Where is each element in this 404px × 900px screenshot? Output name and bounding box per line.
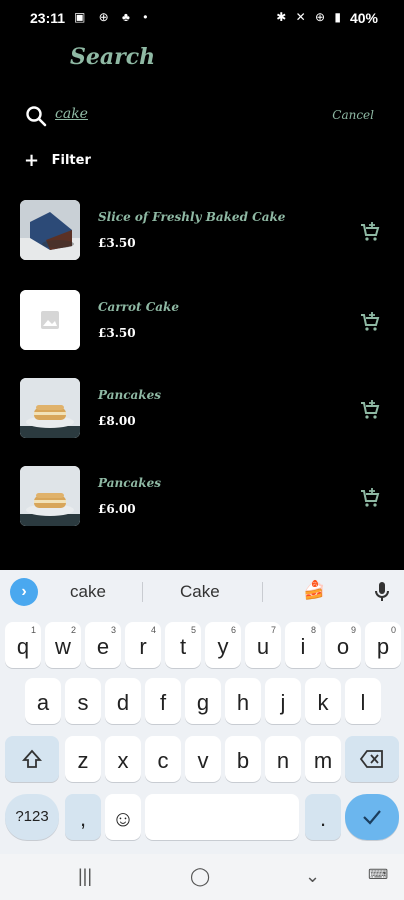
key-j[interactable]: j [265, 678, 301, 724]
list-item[interactable]: Slice of Freshly Baked Cake £3.50 [0, 200, 404, 266]
suggestion-bar: › cake Cake 🍰 [0, 570, 404, 614]
filter-button[interactable]: + Filter [24, 150, 91, 171]
microphone-icon[interactable] [372, 580, 392, 604]
notification-icons: ▣ ⊕ ♣ • [74, 10, 153, 24]
key-u[interactable]: 7u [245, 622, 281, 668]
key-f[interactable]: f [145, 678, 181, 724]
list-item[interactable]: Pancakes £8.00 [0, 378, 404, 444]
divider [262, 582, 263, 602]
product-image [20, 378, 80, 438]
key-b[interactable]: b [225, 736, 261, 782]
key-y[interactable]: 6y [205, 622, 241, 668]
suggestion-1[interactable]: cake [70, 582, 106, 602]
search-input[interactable] [55, 106, 315, 122]
key-a[interactable]: a [25, 678, 61, 724]
key-z[interactable]: z [65, 736, 101, 782]
key-v[interactable]: v [185, 736, 221, 782]
suggestion-2[interactable]: Cake [180, 582, 220, 602]
enter-key[interactable] [345, 794, 399, 840]
key-g[interactable]: g [185, 678, 221, 724]
symbols-key[interactable]: ?123 [5, 794, 59, 840]
add-to-cart-icon[interactable] [358, 398, 382, 422]
add-to-cart-icon[interactable] [358, 486, 382, 510]
search-icon [26, 106, 47, 127]
page-title: Search [70, 44, 156, 70]
comma-key[interactable]: , [65, 794, 101, 840]
key-o[interactable]: 9o [325, 622, 361, 668]
status-bar: 23:11 ▣ ⊕ ♣ • ✱ ✕ ⊕ ▮ 40% [0, 0, 404, 36]
key-q[interactable]: 1q [5, 622, 41, 668]
key-c[interactable]: c [145, 736, 181, 782]
recent-apps-icon[interactable]: ||| [78, 866, 92, 887]
add-to-cart-icon[interactable] [358, 220, 382, 244]
product-price: £8.00 [98, 414, 136, 428]
product-name: Pancakes [98, 476, 161, 490]
product-name: Slice of Freshly Baked Cake [98, 210, 286, 224]
key-n[interactable]: n [265, 736, 301, 782]
divider [142, 582, 143, 602]
system-icons: ✱ ✕ ⊕ ▮ [276, 10, 344, 24]
back-icon[interactable]: ⌄ [305, 866, 320, 887]
cake-emoji-icon[interactable]: 🍰 [303, 580, 325, 601]
plus-icon: + [24, 150, 40, 171]
period-key[interactable]: . [305, 794, 341, 840]
expand-toolbar-icon[interactable]: › [10, 578, 38, 606]
placeholder-image-icon [20, 290, 80, 350]
key-i[interactable]: 8i [285, 622, 321, 668]
backspace-key[interactable] [345, 736, 399, 782]
product-name: Pancakes [98, 388, 161, 402]
on-screen-keyboard: › cake Cake 🍰 1q 2w 3e 4r 5t 6y 7u 8i 9o… [0, 570, 404, 854]
space-key[interactable] [145, 794, 299, 840]
product-image [20, 200, 80, 260]
home-icon[interactable]: ◯ [190, 866, 210, 887]
battery-level: 40% [349, 10, 378, 26]
key-m[interactable]: m [305, 736, 341, 782]
key-t[interactable]: 5t [165, 622, 201, 668]
key-l[interactable]: l [345, 678, 381, 724]
system-nav-bar: ||| ◯ ⌄ ⌨ [0, 854, 404, 900]
shift-key[interactable] [5, 736, 59, 782]
key-h[interactable]: h [225, 678, 261, 724]
filter-label: Filter [51, 153, 91, 168]
list-item[interactable]: Carrot Cake £3.50 [0, 290, 404, 356]
search-bar: Cancel [0, 100, 404, 136]
key-x[interactable]: x [105, 736, 141, 782]
list-item[interactable]: Pancakes £6.00 [0, 466, 404, 532]
product-price: £3.50 [98, 236, 136, 250]
key-r[interactable]: 4r [125, 622, 161, 668]
product-price: £3.50 [98, 326, 136, 340]
key-s[interactable]: s [65, 678, 101, 724]
key-w[interactable]: 2w [45, 622, 81, 668]
product-name: Carrot Cake [98, 300, 179, 314]
key-p[interactable]: 0p [365, 622, 401, 668]
add-to-cart-icon[interactable] [358, 310, 382, 334]
cancel-button[interactable]: Cancel [332, 108, 374, 122]
smiley-icon: ☺ [111, 806, 135, 831]
emoji-key[interactable]: ☺ [105, 794, 141, 840]
key-k[interactable]: k [305, 678, 341, 724]
status-time: 23:11 [30, 10, 66, 26]
key-e[interactable]: 3e [85, 622, 121, 668]
product-image [20, 466, 80, 526]
product-price: £6.00 [98, 502, 136, 516]
key-d[interactable]: d [105, 678, 141, 724]
keyboard-icon[interactable]: ⌨ [368, 866, 388, 883]
